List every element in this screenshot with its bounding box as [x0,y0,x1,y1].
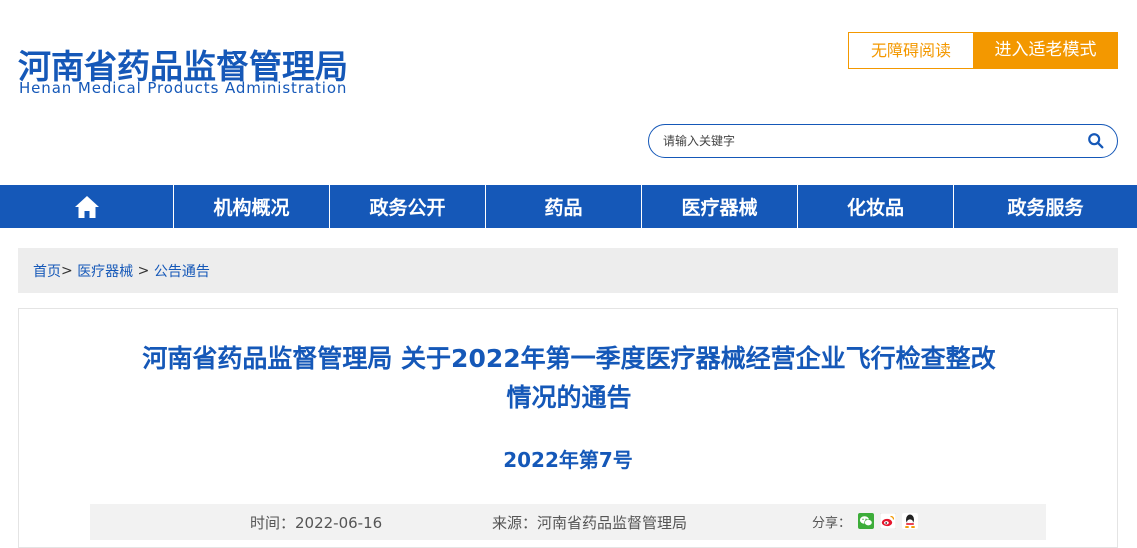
wechat-icon[interactable] [858,513,874,529]
breadcrumb: 首页 > 医疗器械 > 公告通告 [18,248,1118,293]
search-input[interactable] [663,131,1063,151]
nav-item-drugs[interactable]: 药品 [486,185,642,228]
document-number: 2022年第7号 [503,448,633,472]
article-panel: 河南省药品监督管理局 关于2022年第一季度医疗器械经营企业飞行检查整改 情况的… [18,308,1118,548]
article-source: 来源：河南省药品监督管理局 [492,514,688,532]
nav-item-gov-services[interactable]: 政务服务 [954,185,1137,228]
nav-item-about[interactable]: 机构概况 [174,185,330,228]
home-icon [74,195,99,218]
article-title: 河南省药品监督管理局 关于2022年第一季度医疗器械经营企业飞行检查整改 情况的… [59,339,1079,417]
nav-item-medical-devices[interactable]: 医疗器械 [642,185,798,228]
breadcrumb-separator: > [61,262,78,279]
share-label: 分享： [812,516,852,531]
nav-item-gov-affairs[interactable]: 政务公开 [330,185,486,228]
article-meta-bar: 时间：2022-06-16 来源：河南省药品监督管理局 分享： [90,504,1046,540]
breadcrumb-separator: > [133,262,154,279]
qq-icon[interactable] [902,513,918,529]
publish-time: 时间：2022-06-16 [250,514,383,532]
nav-item-cosmetics[interactable]: 化妆品 [798,185,954,228]
site-logo-subtitle: Henan Medical Products Administration [19,79,348,97]
breadcrumb-medical-devices[interactable]: 医疗器械 [77,261,133,281]
weibo-icon[interactable] [880,513,896,529]
elder-mode-button[interactable]: 进入适老模式 [973,32,1118,69]
main-nav: 机构概况 政务公开 药品 医疗器械 化妆品 政务服务 [0,185,1137,228]
nav-home[interactable] [0,185,174,228]
share-icons [858,513,918,529]
article-title-line1: 河南省药品监督管理局 关于2022年第一季度医疗器械经营企业飞行检查整改 [142,344,996,373]
search-icon[interactable] [1087,132,1105,150]
search-box [648,124,1118,158]
article-title-line2: 情况的通告 [506,383,632,412]
accessible-reading-button[interactable]: 无障碍阅读 [848,32,974,69]
breadcrumb-announcements[interactable]: 公告通告 [154,261,210,281]
breadcrumb-home[interactable]: 首页 [33,261,61,281]
